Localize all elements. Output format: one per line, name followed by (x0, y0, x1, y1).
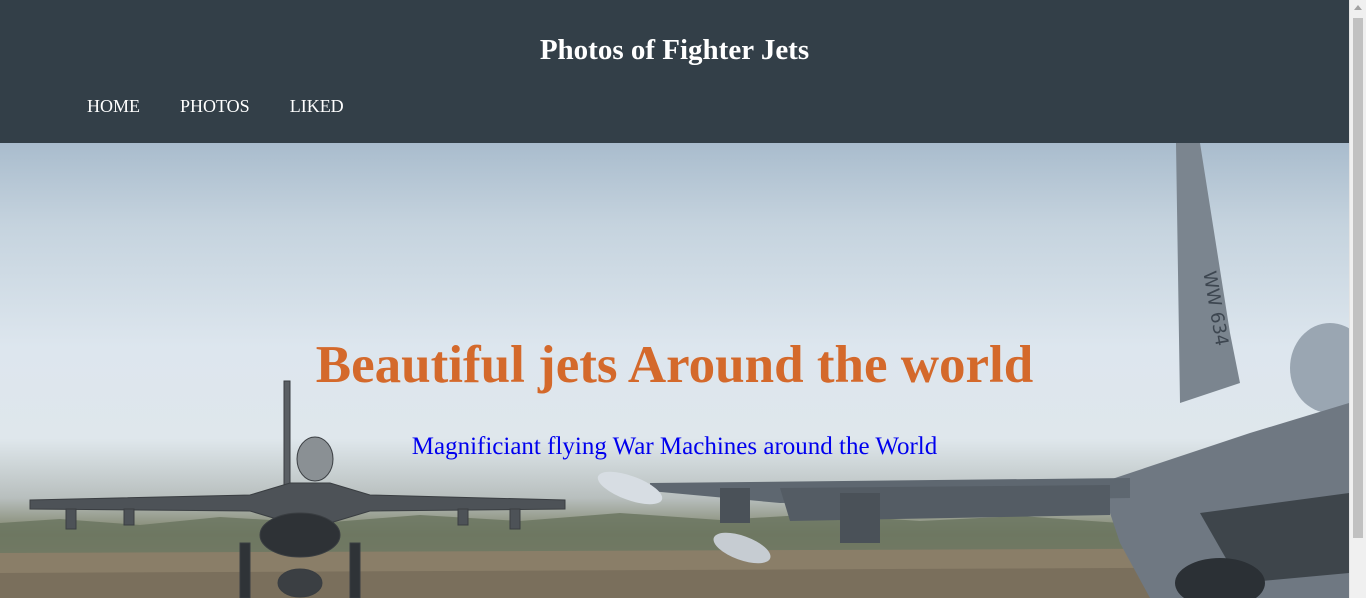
nav-liked-link[interactable]: LIKED (290, 96, 344, 117)
nav-photos-link[interactable]: PHOTOS (180, 96, 250, 117)
hero-subheading: Magnificiant flying War Machines around … (411, 433, 938, 460)
main-nav: HOME PHOTOS LIKED (87, 96, 384, 117)
scrollbar-thumb[interactable] (1353, 18, 1363, 538)
nav-home-link[interactable]: HOME (87, 96, 140, 117)
hero-banner: WW 634 Beautiful jets Around the world M… (0, 143, 1349, 598)
scroll-up-arrow-icon[interactable] (1354, 5, 1362, 10)
vertical-scrollbar[interactable] (1349, 0, 1366, 598)
hero-heading: Beautiful jets Around the world (315, 336, 1034, 394)
page: Photos of Fighter Jets HOME PHOTOS LIKED (0, 0, 1349, 598)
site-header: Photos of Fighter Jets HOME PHOTOS LIKED (0, 0, 1349, 143)
site-title: Photos of Fighter Jets (539, 34, 810, 66)
